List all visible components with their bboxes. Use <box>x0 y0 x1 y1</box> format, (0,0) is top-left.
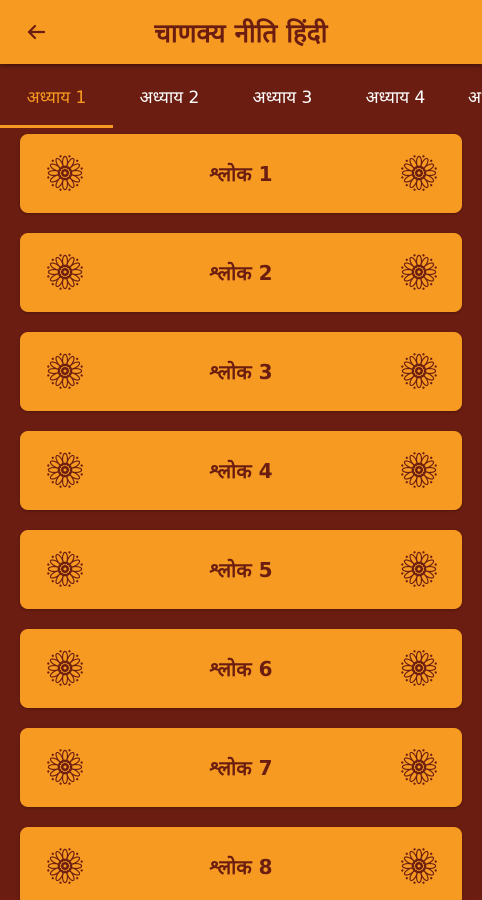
selected-tab-indicator <box>0 125 113 128</box>
shloka-card-7[interactable]: श्लोक 7 <box>20 728 462 807</box>
mandala-icon <box>400 649 438 687</box>
mandala-icon <box>400 748 438 786</box>
mandala-icon <box>400 253 438 291</box>
chapter-tab-bar: अध्याय 1 अध्याय 2 अध्याय 3 अध्याय 4 अध्य… <box>0 64 482 128</box>
tab-chapter-2[interactable]: अध्याय 2 <box>113 64 226 128</box>
shloka-label: श्लोक 1 <box>209 162 273 186</box>
tab-chapter-1[interactable]: अध्याय 1 <box>0 64 113 128</box>
shloka-label: श्लोक 4 <box>209 459 273 483</box>
shloka-card-3[interactable]: श्लोक 3 <box>20 332 462 411</box>
shloka-label: श्लोक 8 <box>209 855 273 879</box>
shloka-label: श्लोक 2 <box>209 261 273 285</box>
shloka-card-4[interactable]: श्लोक 4 <box>20 431 462 510</box>
shloka-card-2[interactable]: श्लोक 2 <box>20 233 462 312</box>
shloka-label: श्लोक 7 <box>209 756 273 780</box>
shloka-card-1[interactable]: श्लोक 1 <box>20 134 462 213</box>
shloka-card-5[interactable]: श्लोक 5 <box>20 530 462 609</box>
mandala-icon <box>400 154 438 192</box>
shloka-card-8[interactable]: श्लोक 8 <box>20 827 462 900</box>
shloka-label: श्लोक 6 <box>209 657 273 681</box>
shloka-label: श्लोक 5 <box>209 558 273 582</box>
shloka-card-6[interactable]: श्लोक 6 <box>20 629 462 708</box>
app-bar: चाणक्य नीति हिंदी <box>0 0 482 64</box>
tab-chapter-4[interactable]: अध्याय 4 <box>339 64 452 128</box>
tab-chapter-5[interactable]: अध्याय 5 <box>468 64 482 128</box>
shloka-label: श्लोक 3 <box>209 360 273 384</box>
page-title: चाणक्य नीति हिंदी <box>154 19 328 49</box>
mandala-icon <box>400 550 438 588</box>
mandala-icon <box>400 352 438 390</box>
shloka-list[interactable]: श्लोक 1 श्लोक 2 श्लोक 3 श्लोक 4 श्लोक 5 … <box>0 128 482 900</box>
mandala-icon <box>400 847 438 885</box>
mandala-icon <box>400 451 438 489</box>
tab-chapter-3[interactable]: अध्याय 3 <box>226 64 339 128</box>
